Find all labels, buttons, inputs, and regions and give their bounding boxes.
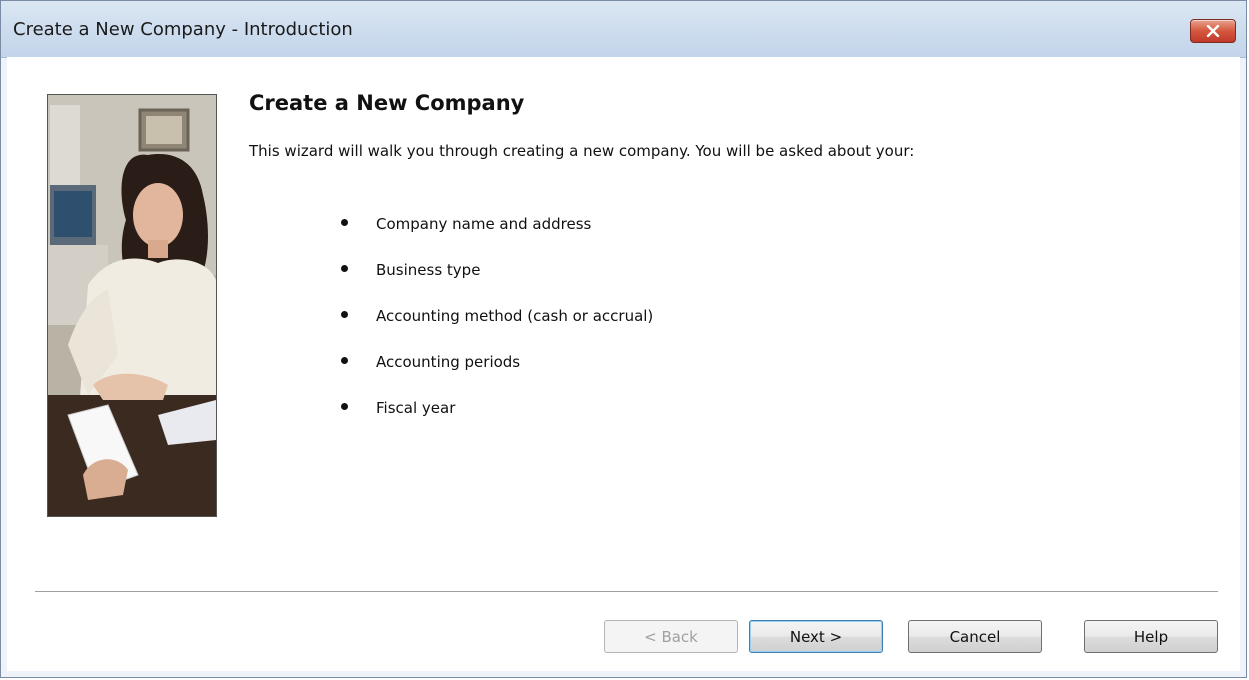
help-button[interactable]: Help bbox=[1084, 620, 1218, 653]
list-item-label: Accounting method (cash or accrual) bbox=[376, 307, 654, 325]
bullet-icon bbox=[341, 219, 348, 226]
bullet-icon bbox=[341, 357, 348, 364]
title-bar[interactable]: Create a New Company - Introduction bbox=[1, 1, 1246, 58]
close-icon bbox=[1206, 22, 1220, 41]
bullet-icon bbox=[341, 265, 348, 272]
window-title: Create a New Company - Introduction bbox=[13, 19, 353, 40]
wizard-window: Create a New Company - Introduction Crea… bbox=[0, 0, 1247, 678]
wizard-body: Create a New Company This wizard will wa… bbox=[7, 57, 1240, 671]
intro-text: This wizard will walk you through creati… bbox=[249, 142, 915, 160]
list-item-label: Fiscal year bbox=[376, 399, 456, 417]
businesswoman-photo bbox=[47, 94, 217, 517]
back-button[interactable]: < Back bbox=[604, 620, 738, 653]
list-item-label: Accounting periods bbox=[376, 353, 521, 371]
button-separator bbox=[35, 591, 1218, 593]
bullet-icon bbox=[341, 403, 348, 410]
list-item-label: Company name and address bbox=[376, 215, 592, 233]
page-heading: Create a New Company bbox=[249, 91, 525, 115]
close-button[interactable] bbox=[1190, 19, 1236, 43]
list-item-label: Business type bbox=[376, 261, 481, 279]
bullet-icon bbox=[341, 311, 348, 318]
next-button[interactable]: Next > bbox=[749, 620, 883, 653]
cancel-button[interactable]: Cancel bbox=[908, 620, 1042, 653]
